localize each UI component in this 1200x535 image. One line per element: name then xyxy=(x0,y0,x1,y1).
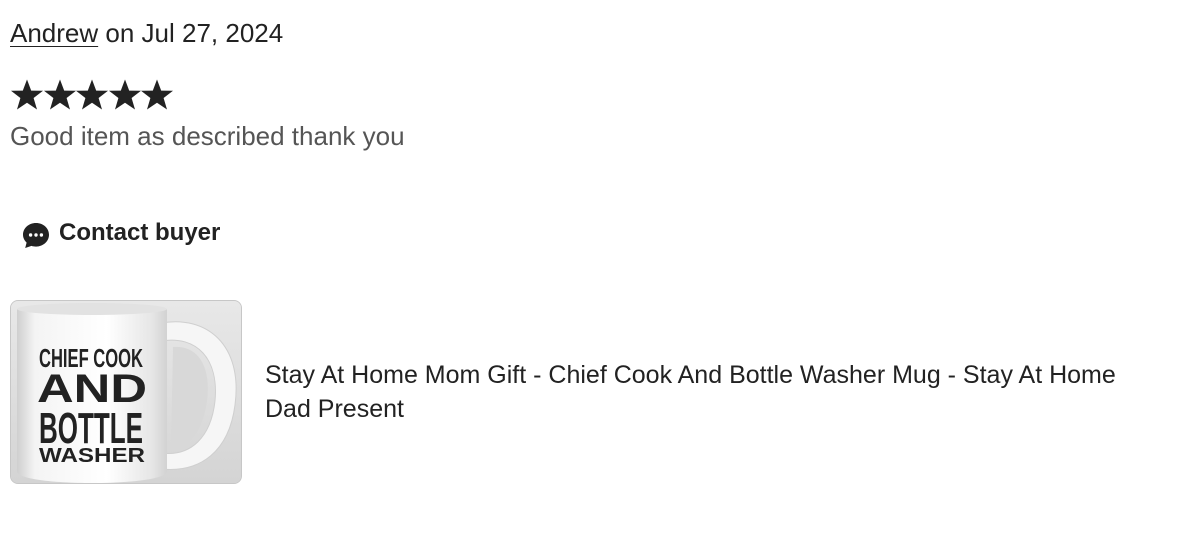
mug-text-line4: WASHER xyxy=(39,445,146,467)
contact-buyer-label: Contact buyer xyxy=(59,219,221,246)
star-icon xyxy=(108,76,141,114)
product-title-link[interactable]: Stay At Home Mom Gift - Chief Cook And B… xyxy=(265,358,1145,426)
review-date: Jul 27, 2024 xyxy=(141,18,284,48)
star-icon xyxy=(75,76,108,114)
review-header: Andrew on Jul 27, 2024 xyxy=(10,16,283,50)
contact-buyer-button[interactable]: Contact buyer xyxy=(22,212,220,254)
star-rating xyxy=(10,76,173,116)
review-text: Good item as described thank you xyxy=(10,121,405,151)
star-icon xyxy=(10,76,43,114)
reviewed-product: CHIEF COOK AND BOTTLE WASHER Stay At Hom… xyxy=(10,300,1190,484)
star-icon xyxy=(140,76,173,114)
reviewer-name-link[interactable]: Andrew xyxy=(10,18,98,48)
date-prefix: on xyxy=(98,18,142,48)
product-image[interactable]: CHIEF COOK AND BOTTLE WASHER xyxy=(10,300,242,484)
star-icon xyxy=(43,76,76,114)
chat-bubble-icon xyxy=(22,221,50,249)
